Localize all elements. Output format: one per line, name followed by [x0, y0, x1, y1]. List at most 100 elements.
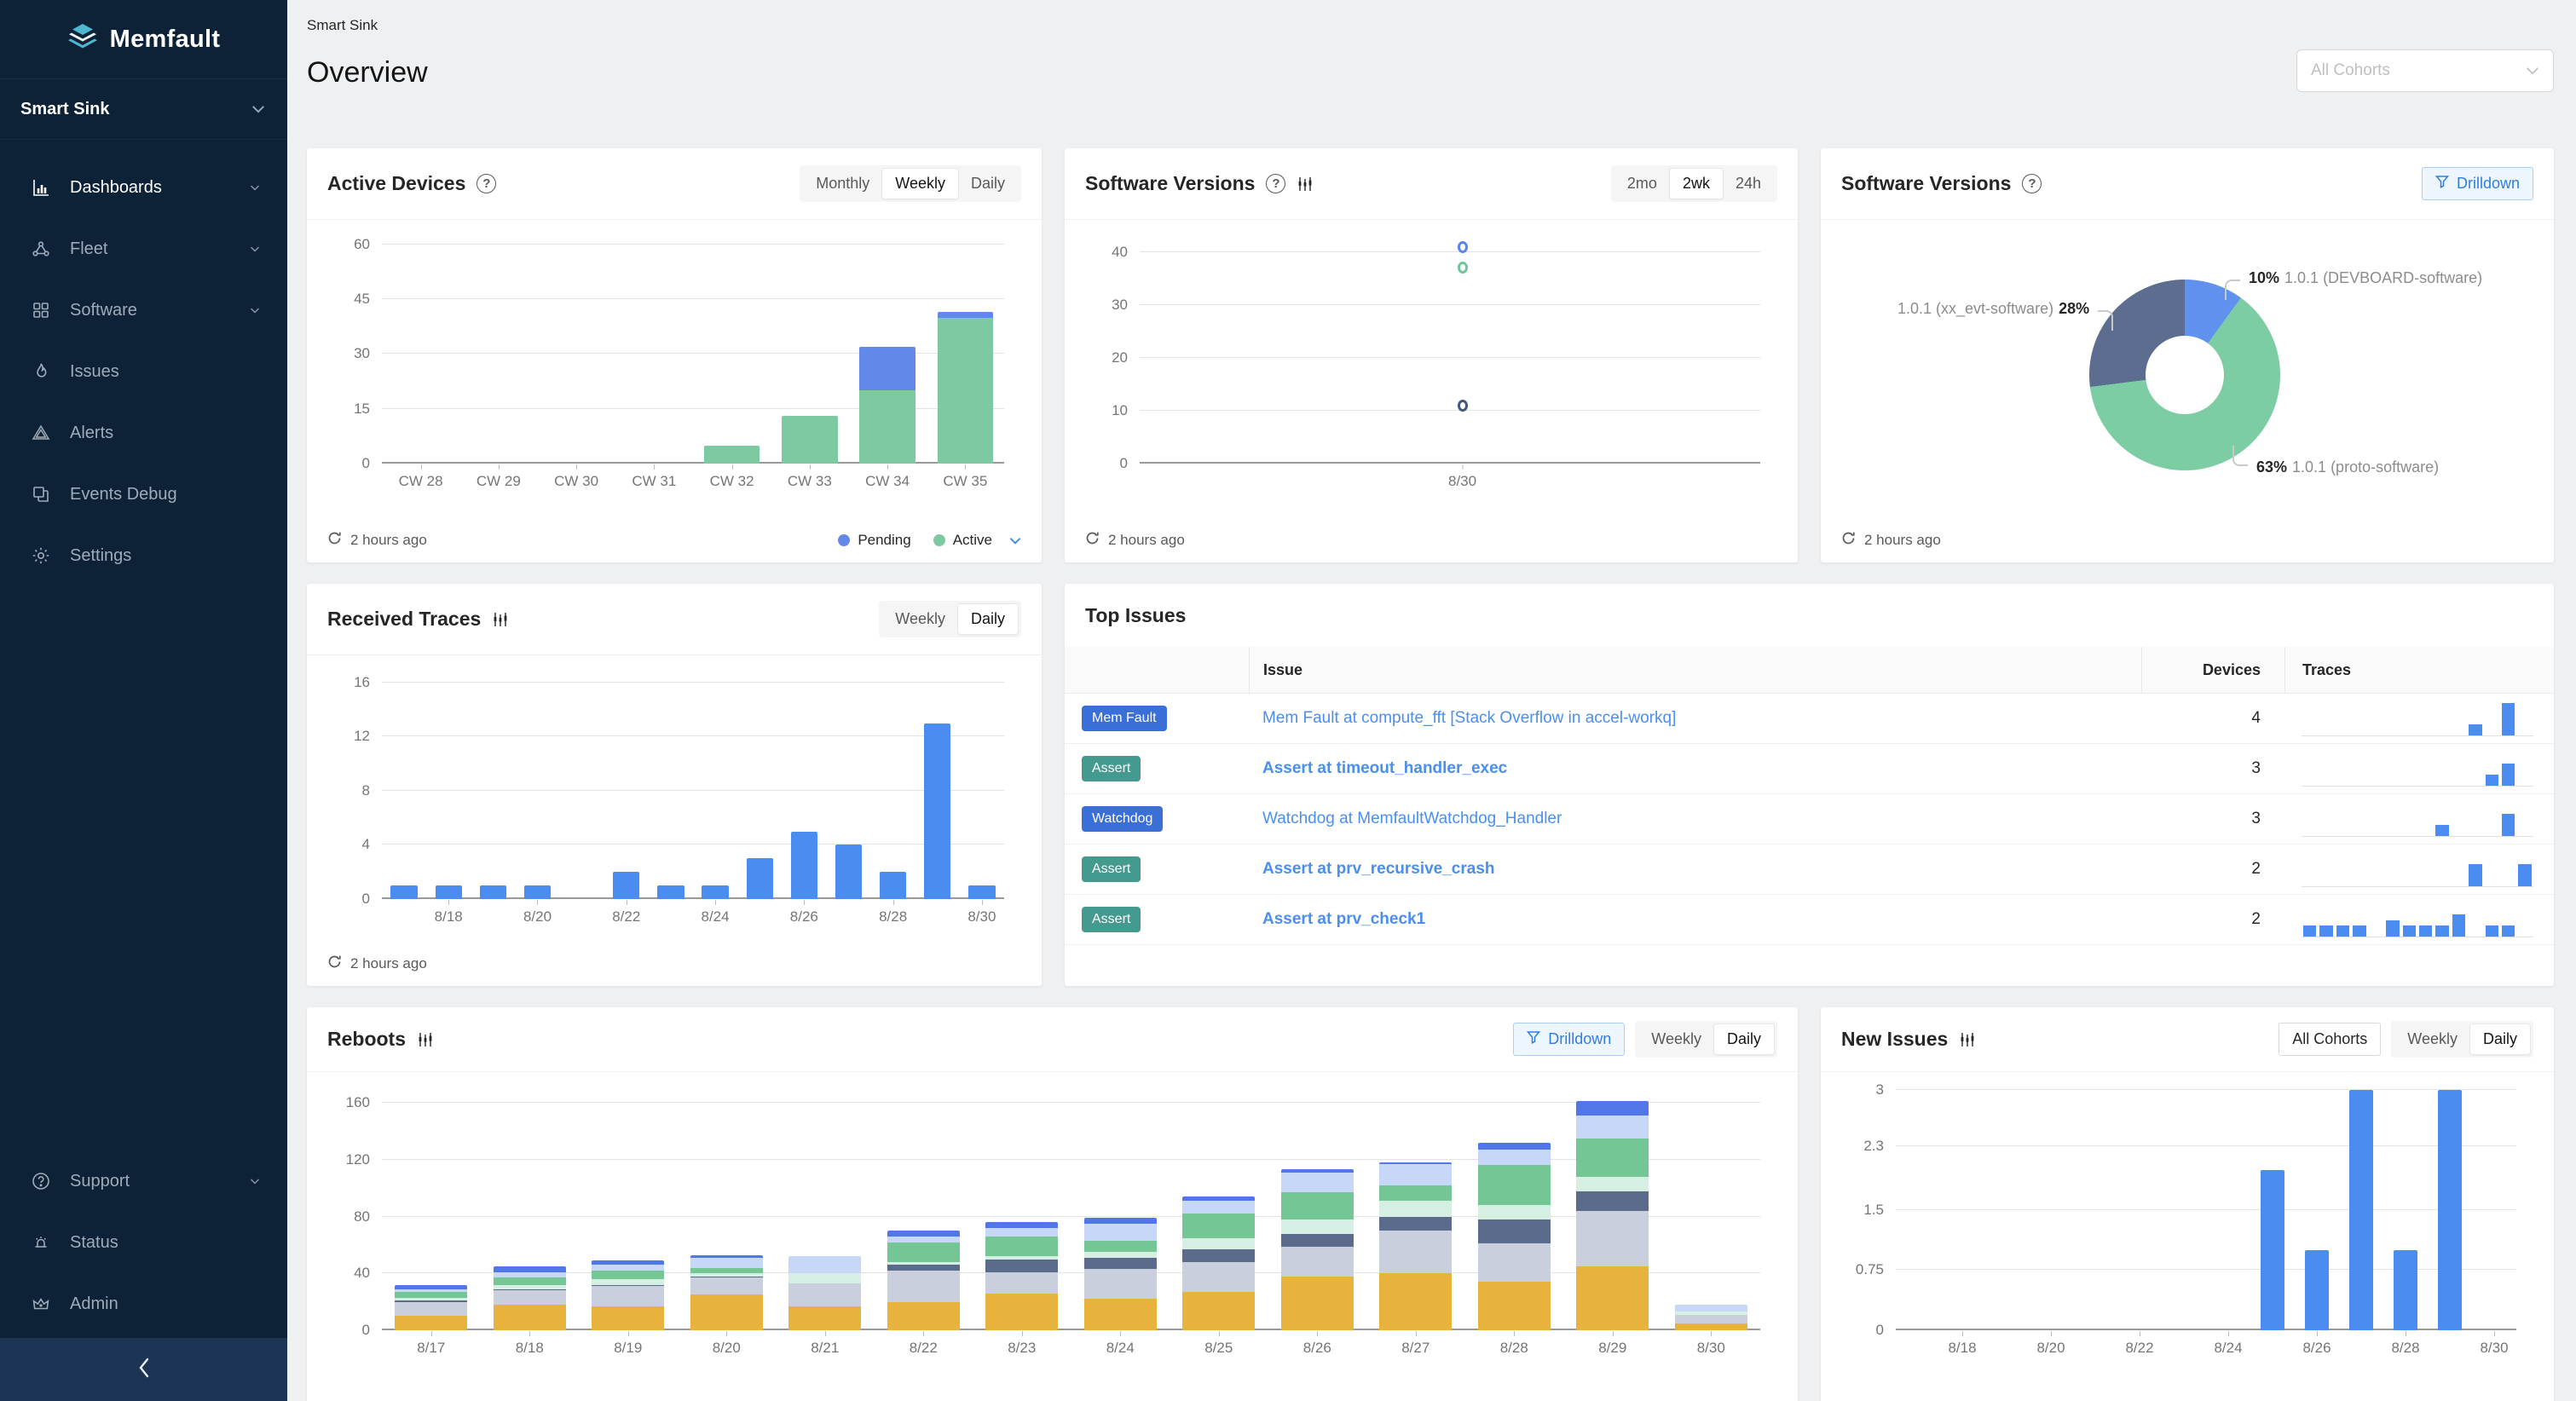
- toggle-daily[interactable]: Daily: [958, 604, 1018, 634]
- card-software-versions-scatter: Software Versions ? 2mo2wk24h 0102030408…: [1065, 148, 1798, 562]
- chart-type-icon[interactable]: [492, 611, 509, 628]
- last-updated: 2 hours ago: [1085, 531, 1185, 550]
- toggle-weekly[interactable]: Weekly: [1638, 1024, 1714, 1054]
- issue-type-badge: Assert: [1082, 856, 1141, 882]
- card-title: Active Devices: [327, 172, 465, 195]
- legend-expand-chevron[interactable]: [1009, 537, 1021, 545]
- toggle-daily[interactable]: Daily: [2470, 1024, 2530, 1054]
- card-title: Top Issues: [1085, 604, 1186, 627]
- sidebar-item-fleet[interactable]: Fleet: [0, 218, 287, 280]
- sidebar-item-status[interactable]: Status: [0, 1212, 287, 1273]
- chart-type-icon[interactable]: [1297, 176, 1314, 193]
- chart-type-icon[interactable]: [1959, 1031, 1976, 1048]
- sidebar-item-alerts[interactable]: Alerts: [0, 402, 287, 464]
- funnel-icon: [2435, 175, 2449, 193]
- table-row: Assert Assert at prv_recursive_crash2: [1065, 845, 2554, 895]
- sidebar-item-support[interactable]: Support: [0, 1150, 287, 1212]
- help-icon[interactable]: ?: [477, 174, 496, 193]
- table-row: AssertAssert at prv_check12: [1065, 895, 2554, 945]
- chevron-down-icon: [248, 1174, 262, 1188]
- card-software-versions-donut: Software Versions ? Drilldown 10%1.0.1 (…: [1821, 148, 2554, 562]
- sidebar-item-dashboards[interactable]: Dashboards: [0, 157, 287, 218]
- toggle-weekly[interactable]: Weekly: [882, 604, 958, 634]
- sidebar-item-label: Issues: [70, 362, 262, 382]
- devices-column-header: Devices: [2141, 647, 2284, 693]
- new-issues-range-toggle: WeeklyDaily: [2391, 1021, 2533, 1058]
- funnel-icon: [1527, 1030, 1540, 1048]
- toggle-weekly[interactable]: Weekly: [882, 169, 958, 199]
- sidebar: Memfault Smart Sink DashboardsFleetSoftw…: [0, 0, 287, 1401]
- sidebar-item-label: Support: [70, 1172, 229, 1191]
- issue-link[interactable]: Mem Fault at compute_fft [Stack Overflow…: [1249, 709, 2141, 728]
- devices-count: 3: [2141, 810, 2284, 828]
- sidebar-item-label: Admin: [70, 1294, 262, 1314]
- refresh-icon[interactable]: [1085, 531, 1100, 550]
- card-new-issues: New Issues All Cohorts WeeklyDaily 00.75…: [1821, 1007, 2554, 1401]
- card-top-issues: Top Issues Issue Devices Traces Mem Faul…: [1065, 584, 2554, 986]
- donut-label-xx-evt: 1.0.1 (xx_evt-software)28%: [1897, 300, 2094, 318]
- sidebar-item-label: Status: [70, 1233, 262, 1253]
- fleet-icon: [31, 239, 51, 259]
- admin-icon: [31, 1294, 51, 1314]
- received-traces-chart: 04812168/188/208/228/248/268/288/30: [327, 660, 1021, 940]
- card-title: Received Traces: [327, 608, 481, 631]
- chart-type-icon[interactable]: [417, 1031, 434, 1048]
- help-icon[interactable]: ?: [1266, 174, 1285, 193]
- last-updated: 2 hours ago: [327, 954, 427, 973]
- toggle-2wk[interactable]: 2wk: [1670, 169, 1723, 199]
- legend-item-active[interactable]: Active: [933, 532, 992, 549]
- issue-type-badge: Assert: [1082, 907, 1141, 932]
- sidebar-item-issues[interactable]: Issues: [0, 341, 287, 402]
- chevron-down-icon: [2526, 66, 2539, 75]
- all-cohorts-button[interactable]: All Cohorts: [2279, 1023, 2381, 1056]
- scatter-point[interactable]: [1458, 241, 1468, 253]
- chart-legend: Pending Active: [816, 532, 992, 549]
- scatter-point[interactable]: [1458, 400, 1468, 412]
- donut[interactable]: [2089, 280, 2280, 470]
- settings-icon: [31, 545, 51, 566]
- sidebar-collapse-button[interactable]: [0, 1338, 287, 1401]
- issue-link[interactable]: Watchdog at MemfaultWatchdog_Handler: [1249, 810, 2141, 828]
- refresh-icon[interactable]: [1841, 531, 1856, 550]
- active-devices-range-toggle: MonthlyWeeklyDaily: [800, 165, 1021, 202]
- issue-type-badge: Watchdog: [1082, 806, 1163, 832]
- issue-column-header: Issue: [1249, 647, 2141, 693]
- table-row: Watchdog Watchdog at MemfaultWatchdog_Han…: [1065, 794, 2554, 845]
- legend-item-pending[interactable]: Pending: [838, 532, 910, 549]
- help-icon[interactable]: ?: [2022, 174, 2042, 193]
- cohort-filter-select[interactable]: All Cohorts: [2296, 49, 2554, 92]
- issue-type-badge: Mem Fault: [1082, 706, 1167, 731]
- devices-count: 2: [2141, 860, 2284, 879]
- sidebar-item-settings[interactable]: Settings: [0, 525, 287, 586]
- software-versions-scatter-chart: 0102030408/30: [1085, 225, 1777, 504]
- refresh-icon[interactable]: [327, 531, 342, 550]
- issue-link[interactable]: Assert at prv_recursive_crash: [1249, 860, 2141, 879]
- scatter-point[interactable]: [1458, 262, 1468, 274]
- top-issues-table-header: Issue Devices Traces: [1065, 647, 2554, 694]
- traces-sparkline: [2302, 701, 2533, 736]
- issue-link[interactable]: Assert at timeout_handler_exec: [1249, 759, 2141, 778]
- traces-column-header: Traces: [2284, 647, 2554, 693]
- refresh-icon[interactable]: [327, 954, 342, 973]
- sidebar-item-software[interactable]: Software: [0, 280, 287, 341]
- toggle-monthly[interactable]: Monthly: [803, 169, 882, 199]
- toggle-daily[interactable]: Daily: [958, 169, 1018, 199]
- toggle-24h[interactable]: 24h: [1723, 169, 1774, 199]
- last-updated: 2 hours ago: [327, 531, 427, 550]
- donut-label-devboard: 10%1.0.1 (DEVBOARD-software): [2244, 269, 2482, 287]
- toggle-daily[interactable]: Daily: [1714, 1024, 1774, 1054]
- toggle-2mo[interactable]: 2mo: [1614, 169, 1670, 199]
- toggle-weekly[interactable]: Weekly: [2394, 1024, 2470, 1054]
- sidebar-item-events-debug[interactable]: Events Debug: [0, 464, 287, 525]
- issue-link[interactable]: Assert at prv_check1: [1249, 910, 2141, 929]
- card-title: Software Versions: [1841, 172, 2011, 195]
- sidebar-item-admin[interactable]: Admin: [0, 1273, 287, 1335]
- issues-icon: [31, 361, 51, 382]
- drilldown-button[interactable]: Drilldown: [2422, 167, 2533, 200]
- software-icon: [31, 300, 51, 320]
- drilldown-button[interactable]: Drilldown: [1513, 1023, 1625, 1056]
- project-selector[interactable]: Smart Sink: [0, 79, 287, 140]
- status-icon: [31, 1232, 51, 1253]
- logo: Memfault: [0, 0, 287, 79]
- reboots-chart: 040801201608/178/188/198/208/218/228/238…: [327, 1077, 1777, 1371]
